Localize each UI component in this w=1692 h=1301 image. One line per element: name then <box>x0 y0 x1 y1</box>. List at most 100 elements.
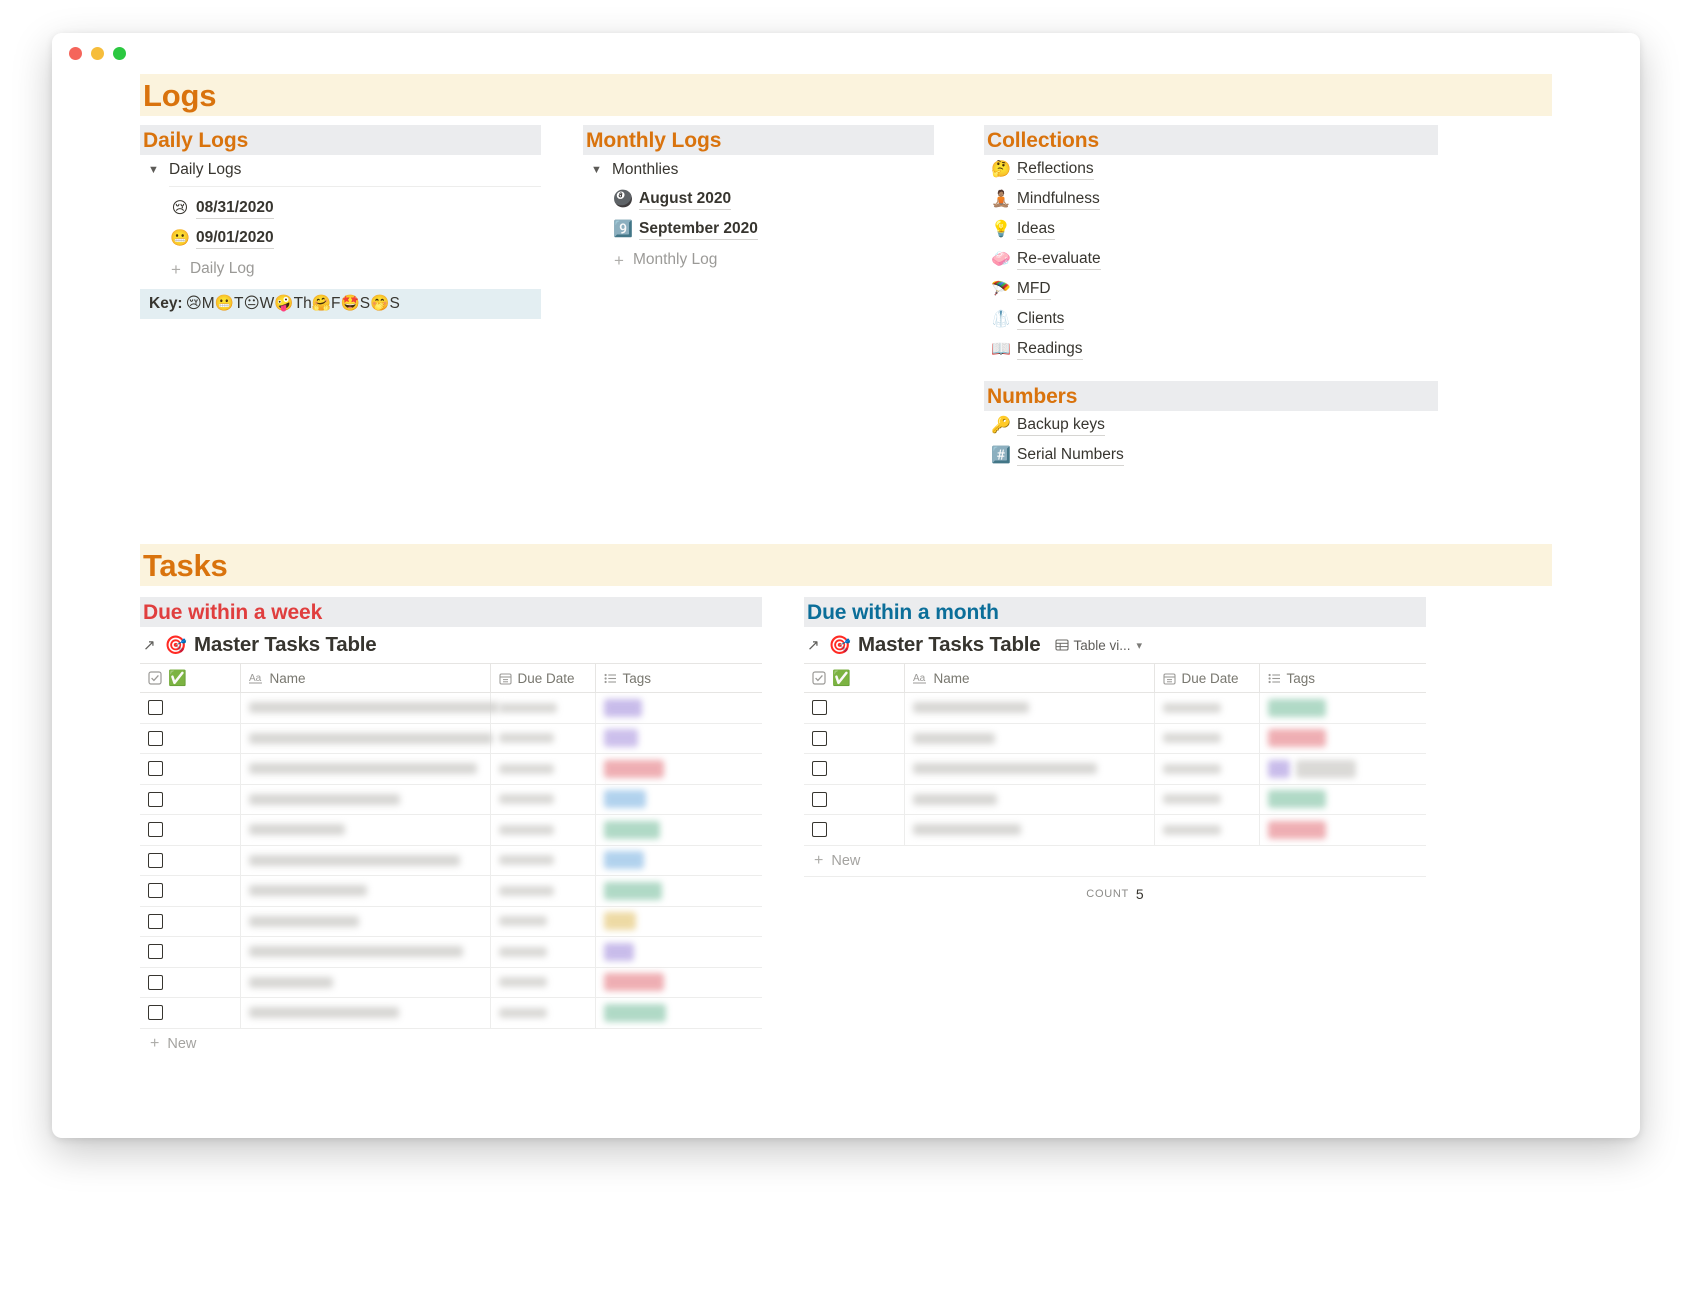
minimize-button[interactable] <box>91 47 104 60</box>
daily-log-entry-2[interactable]: 😬 09/01/2020 <box>169 224 541 254</box>
row-due-date-cell[interactable] <box>490 723 595 754</box>
due-week-db-title-row[interactable]: ↗ 🎯 Master Tasks Table <box>140 627 762 663</box>
add-daily-log-button[interactable]: + Daily Log <box>169 254 541 284</box>
row-name-cell[interactable] <box>240 937 490 968</box>
row-tags-cell[interactable] <box>595 723 762 754</box>
row-checkbox-cell[interactable] <box>804 754 904 785</box>
row-due-date-cell[interactable] <box>1154 815 1259 846</box>
row-checkbox-cell[interactable] <box>140 723 240 754</box>
row-name-cell[interactable] <box>904 784 1154 815</box>
chevron-down-icon[interactable]: ▼ <box>148 164 158 176</box>
due-week-new-row-button[interactable]: + New <box>140 1029 762 1060</box>
open-external-arrow-icon[interactable]: ↗ <box>807 636 820 654</box>
column-header-tags[interactable]: Tags <box>595 664 762 693</box>
add-monthly-log-button[interactable]: + Monthly Log <box>612 245 934 275</box>
row-tags-cell[interactable] <box>1259 723 1426 754</box>
row-tags-cell[interactable] <box>595 876 762 907</box>
monthly-log-entry-1[interactable]: 🎱 August 2020 <box>612 185 934 215</box>
checkbox-icon[interactable] <box>148 761 163 776</box>
row-due-date-cell[interactable] <box>490 876 595 907</box>
table-row[interactable] <box>804 693 1426 724</box>
checkbox-icon[interactable] <box>148 853 163 868</box>
collection-item-clients[interactable]: 🥼 Clients <box>990 305 1438 335</box>
row-due-date-cell[interactable] <box>490 845 595 876</box>
row-tags-cell[interactable] <box>1259 754 1426 785</box>
row-tags-cell[interactable] <box>595 967 762 998</box>
row-checkbox-cell[interactable] <box>140 815 240 846</box>
due-month-db-title-row[interactable]: ↗ 🎯 Master Tasks Table Table vi... ▾ <box>804 627 1426 663</box>
row-checkbox-cell[interactable] <box>804 815 904 846</box>
row-name-cell[interactable] <box>240 723 490 754</box>
checkbox-icon[interactable] <box>148 975 163 990</box>
checkbox-icon[interactable] <box>148 731 163 746</box>
column-header-name[interactable]: Aa Name <box>904 664 1154 693</box>
row-due-date-cell[interactable] <box>1154 784 1259 815</box>
row-checkbox-cell[interactable] <box>804 723 904 754</box>
table-row[interactable] <box>140 906 762 937</box>
row-tags-cell[interactable] <box>595 998 762 1029</box>
row-name-cell[interactable] <box>240 876 490 907</box>
column-header-checkbox[interactable]: ✅ <box>140 664 240 693</box>
due-month-new-row-button[interactable]: + New <box>804 846 1426 877</box>
row-name-cell[interactable] <box>240 693 490 724</box>
row-checkbox-cell[interactable] <box>804 693 904 724</box>
row-due-date-cell[interactable] <box>1154 754 1259 785</box>
row-due-date-cell[interactable] <box>490 693 595 724</box>
row-checkbox-cell[interactable] <box>140 845 240 876</box>
table-row[interactable] <box>804 754 1426 785</box>
checkbox-icon[interactable] <box>812 792 827 807</box>
daily-logs-toggle[interactable]: ▼ Daily Logs <box>140 155 541 185</box>
row-name-cell[interactable] <box>904 693 1154 724</box>
row-tags-cell[interactable] <box>595 784 762 815</box>
row-name-cell[interactable] <box>904 723 1154 754</box>
column-header-checkbox[interactable]: ✅ <box>804 664 904 693</box>
table-row[interactable] <box>140 937 762 968</box>
collection-item-readings[interactable]: 📖 Readings <box>990 335 1438 365</box>
zoom-button[interactable] <box>113 47 126 60</box>
checkbox-icon[interactable] <box>148 792 163 807</box>
collection-item-re-evaluate[interactable]: 🧼 Re-evaluate <box>990 245 1438 275</box>
table-row[interactable] <box>140 876 762 907</box>
row-tags-cell[interactable] <box>595 693 762 724</box>
view-selector[interactable]: Table vi... ▾ <box>1055 638 1143 653</box>
due-month-count-row[interactable]: Count 5 <box>804 877 1426 911</box>
row-due-date-cell[interactable] <box>1154 723 1259 754</box>
daily-log-entry-1[interactable]: 😢 08/31/2020 <box>169 194 541 224</box>
row-due-date-cell[interactable] <box>1154 693 1259 724</box>
row-due-date-cell[interactable] <box>490 906 595 937</box>
row-checkbox-cell[interactable] <box>140 784 240 815</box>
row-checkbox-cell[interactable] <box>140 754 240 785</box>
row-due-date-cell[interactable] <box>490 967 595 998</box>
row-due-date-cell[interactable] <box>490 784 595 815</box>
checkbox-icon[interactable] <box>148 1005 163 1020</box>
row-name-cell[interactable] <box>904 815 1154 846</box>
checkbox-icon[interactable] <box>812 822 827 837</box>
collection-item-mfd[interactable]: 🪂 MFD <box>990 275 1438 305</box>
table-row[interactable] <box>140 998 762 1029</box>
row-name-cell[interactable] <box>240 906 490 937</box>
table-row[interactable] <box>140 784 762 815</box>
column-header-name[interactable]: Aa Name <box>240 664 490 693</box>
monthlies-toggle[interactable]: ▼ Monthlies <box>583 155 934 185</box>
table-row[interactable] <box>140 845 762 876</box>
row-tags-cell[interactable] <box>595 845 762 876</box>
row-checkbox-cell[interactable] <box>140 937 240 968</box>
monthly-log-entry-2[interactable]: 9️⃣ September 2020 <box>612 215 934 245</box>
row-name-cell[interactable] <box>240 784 490 815</box>
chevron-down-icon[interactable]: ▼ <box>591 164 601 176</box>
checkbox-icon[interactable] <box>148 822 163 837</box>
row-due-date-cell[interactable] <box>490 754 595 785</box>
row-name-cell[interactable] <box>240 845 490 876</box>
row-checkbox-cell[interactable] <box>140 693 240 724</box>
row-tags-cell[interactable] <box>595 906 762 937</box>
column-header-tags[interactable]: Tags <box>1259 664 1426 693</box>
table-row[interactable] <box>140 723 762 754</box>
table-row[interactable] <box>140 815 762 846</box>
row-name-cell[interactable] <box>904 754 1154 785</box>
checkbox-icon[interactable] <box>148 944 163 959</box>
checkbox-icon[interactable] <box>148 883 163 898</box>
row-name-cell[interactable] <box>240 754 490 785</box>
numbers-item-backup-keys[interactable]: 🔑 Backup keys <box>990 411 1438 441</box>
row-checkbox-cell[interactable] <box>140 906 240 937</box>
row-tags-cell[interactable] <box>1259 784 1426 815</box>
